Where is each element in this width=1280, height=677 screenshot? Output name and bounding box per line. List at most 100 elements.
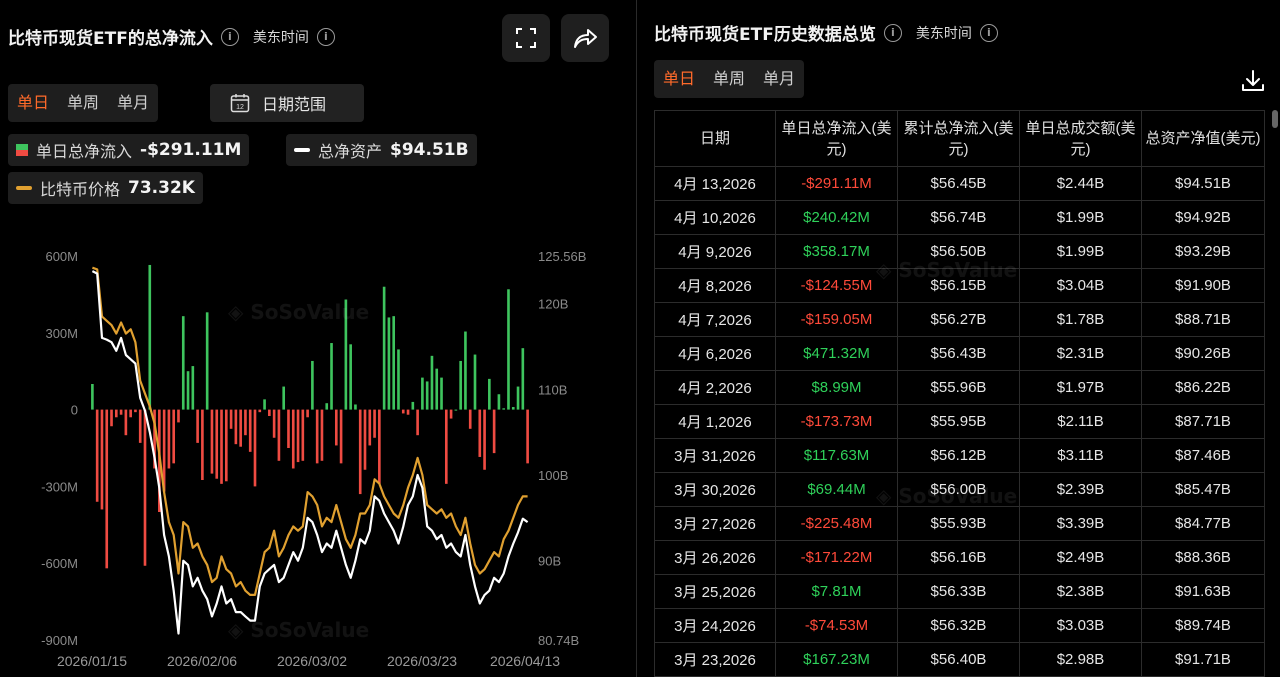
history-tab-weekly[interactable]: 单周 — [704, 60, 754, 98]
history-tab-daily[interactable]: 单日 — [654, 60, 704, 98]
flow-bar — [497, 394, 501, 410]
y-right-tick-label: 80.74B — [538, 633, 579, 648]
cell-cumulative-net-inflow: $56.15B — [897, 268, 1020, 303]
col-header-date[interactable]: 日期 — [654, 110, 776, 167]
cell-daily-volume: $1.99B — [1019, 234, 1142, 269]
fullscreen-button[interactable] — [502, 14, 550, 62]
history-tab-monthly[interactable]: 单月 — [754, 60, 804, 98]
info-icon[interactable]: i — [220, 27, 239, 46]
tab-weekly[interactable]: 单周 — [58, 84, 108, 122]
flow-bar — [315, 409, 319, 464]
timezone-label: 美东时间 — [252, 29, 309, 46]
flow-bar — [306, 409, 309, 418]
table-row[interactable]: 3月 27,2026 -$225.48M $55.93B $3.39B $84.77B — [654, 506, 1265, 541]
table-row[interactable]: 4月 6,2026 $471.32M $56.43B $2.31B $90.26B — [654, 336, 1265, 371]
history-info-icon[interactable]: i — [883, 23, 902, 42]
cell-daily-net-inflow: $8.99M — [775, 370, 898, 405]
download-icon[interactable] — [1240, 68, 1266, 94]
flow-bar — [430, 355, 434, 410]
tab-monthly[interactable]: 单月 — [108, 84, 158, 122]
history-timezone-label: 美东时间 — [915, 25, 972, 42]
y-left-tick-label: -600M — [41, 556, 78, 571]
table-row[interactable]: 4月 9,2026 $358.17M $56.50B $1.99B $93.29B — [654, 234, 1265, 269]
cell-date: 4月 8,2026 — [654, 268, 776, 303]
cell-cumulative-net-inflow: $56.27B — [897, 302, 1020, 337]
col-header-cumulative-net-inflow[interactable]: 累计总净流入(美元) — [897, 110, 1020, 167]
cell-cumulative-net-inflow: $56.74B — [897, 200, 1020, 235]
flow-bar — [229, 409, 233, 429]
cell-net-asset-value: $91.90B — [1141, 268, 1265, 303]
legend-net-inflow-label: 单日总净流入 — [36, 142, 133, 161]
cell-date: 4月 7,2026 — [654, 302, 776, 337]
table-row[interactable]: 4月 1,2026 -$173.73M $55.95B $2.11B $87.71B — [654, 404, 1265, 439]
flow-bar — [215, 409, 219, 479]
table-row[interactable]: 3月 26,2026 -$171.22M $56.16B $2.49B $88.36B — [654, 540, 1265, 575]
legend-btc-price[interactable]: 比特币价格 73.32K — [8, 172, 203, 204]
x-tick-label: 2026/02/06 — [167, 653, 237, 669]
history-timezone-info-icon[interactable]: i — [979, 23, 998, 42]
cell-net-asset-value: $91.71B — [1141, 642, 1265, 677]
table-row[interactable]: 3月 31,2026 $117.63M $56.12B $3.11B $87.46B — [654, 438, 1265, 473]
flow-bar — [459, 360, 462, 410]
legend-net-assets-label: 总净资产 — [318, 142, 383, 161]
cell-daily-volume: $3.04B — [1019, 268, 1142, 303]
legend-net-inflow[interactable]: 单日总净流入 -$291.11M — [8, 134, 250, 166]
flow-bar — [320, 409, 324, 461]
tab-daily[interactable]: 单日 — [8, 84, 58, 122]
table-row[interactable]: 3月 30,2026 $69.44M $56.00B $2.39B $85.47B — [654, 472, 1265, 507]
history-title: 比特币现货ETF历史数据总览 — [654, 25, 876, 45]
col-header-net-asset-value[interactable]: 总资产净值(美元) — [1141, 110, 1265, 167]
table-row[interactable]: 3月 23,2026 $167.23M $56.40B $2.98B $91.71B — [654, 642, 1265, 677]
flow-bar — [220, 409, 223, 484]
col-header-daily-volume[interactable]: 单日总成交额(美元) — [1019, 110, 1142, 167]
x-tick-label: 2026/04/13 — [490, 653, 560, 669]
col-header-daily-net-inflow[interactable]: 单日总净流入(美元) — [775, 110, 898, 167]
flow-bar — [191, 366, 195, 410]
cell-daily-volume: $2.31B — [1019, 336, 1142, 371]
legend-net-assets[interactable]: 总净资产 $94.51B — [286, 134, 477, 166]
cell-date: 3月 31,2026 — [654, 438, 776, 473]
table-row[interactable]: 4月 13,2026 -$291.11M $56.45B $2.44B $94.51B — [654, 166, 1265, 201]
table-row[interactable]: 4月 7,2026 -$159.05M $56.27B $1.78B $88.71B — [654, 302, 1265, 337]
legend-btc-price-value: 73.32K — [128, 178, 195, 198]
timezone-info-icon[interactable]: i — [316, 27, 335, 46]
cell-net-asset-value: $89.74B — [1141, 608, 1265, 643]
flow-bar — [143, 409, 147, 566]
table-header-row: 日期 单日总净流入(美元) 累计总净流入(美元) 单日总成交额(美元) 总资产净… — [654, 110, 1265, 167]
flow-bar — [210, 409, 214, 474]
bar-legend-icon — [16, 144, 28, 156]
flow-bar — [311, 360, 314, 410]
flow-bar — [526, 409, 529, 464]
table-row[interactable]: 4月 2,2026 $8.99M $55.96B $1.97B $86.22B — [654, 370, 1265, 405]
flow-bar — [301, 409, 305, 461]
table-row[interactable]: 3月 25,2026 $7.81M $56.33B $2.38B $91.63B — [654, 574, 1265, 609]
table-scrollbar[interactable] — [1272, 110, 1278, 128]
flow-bar — [401, 409, 405, 414]
cell-date: 3月 27,2026 — [654, 506, 776, 541]
etf-flow-chart[interactable]: 600M 300M 0 -300M -600M -900M 125.56B 120B 110B… — [0, 240, 632, 677]
cell-date: 3月 23,2026 — [654, 642, 776, 677]
table-row[interactable]: 4月 10,2026 $240.42M $56.74B $1.99B $94.92B — [654, 200, 1265, 235]
cell-daily-volume: $2.38B — [1019, 574, 1142, 609]
cell-daily-net-inflow: -$159.05M — [775, 302, 898, 337]
history-table-container[interactable]: 日期 单日总净流入(美元) 累计总净流入(美元) 单日总成交额(美元) 总资产净… — [654, 110, 1266, 677]
line-series — [91, 266, 529, 635]
cell-daily-net-inflow: -$225.48M — [775, 506, 898, 541]
share-button[interactable] — [561, 14, 609, 62]
legend-btc-price-label: 比特币价格 — [40, 180, 121, 199]
table-body: 4月 13,2026 -$291.11M $56.45B $2.44B $94.51B 4… — [654, 166, 1265, 677]
cell-daily-net-inflow: -$124.55M — [775, 268, 898, 303]
cell-net-asset-value: $87.71B — [1141, 404, 1265, 439]
flow-bar — [344, 299, 348, 410]
x-tick-label: 2026/01/15 — [57, 653, 127, 669]
cell-net-asset-value: $86.22B — [1141, 370, 1265, 405]
legend-net-assets-value: $94.51B — [390, 140, 469, 160]
flow-bar — [110, 409, 113, 427]
flow-bar — [186, 371, 190, 410]
date-range-button[interactable]: 12 日期范围 — [210, 84, 364, 122]
cell-daily-net-inflow: -$173.73M — [775, 404, 898, 439]
table-row[interactable]: 3月 24,2026 -$74.53M $56.32B $3.03B $89.74B — [654, 608, 1265, 643]
table-row[interactable]: 4月 8,2026 -$124.55M $56.15B $3.04B $91.90B — [654, 268, 1265, 303]
flow-bar — [177, 409, 180, 423]
cell-daily-volume: $2.98B — [1019, 642, 1142, 677]
